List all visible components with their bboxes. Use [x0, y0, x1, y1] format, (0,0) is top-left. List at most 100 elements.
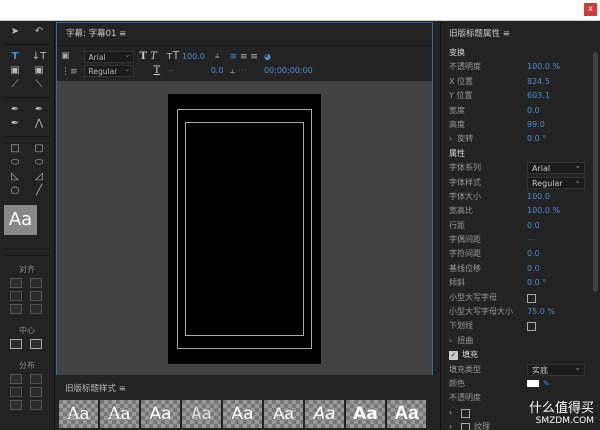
slant-value[interactable]: 0.0 ° — [527, 276, 546, 290]
styles-menu-icon[interactable]: ≡ — [119, 384, 126, 394]
align-left-icon[interactable] — [10, 278, 22, 288]
italic-icon[interactable]: T — [150, 51, 157, 62]
vertical-type-tool-icon[interactable]: ↓T — [30, 51, 48, 63]
distribute-icon[interactable] — [10, 400, 22, 410]
style-swatch[interactable]: Aa — [305, 400, 344, 428]
rectangle-tool-icon[interactable]: □ — [6, 143, 24, 155]
timecode[interactable]: 00;00;00;00 — [264, 66, 313, 75]
arc-tool-icon[interactable]: ◿ — [30, 171, 48, 183]
sheen-checkbox[interactable] — [461, 408, 470, 418]
rounded-corner-tool-icon[interactable]: ⬭ — [30, 157, 48, 169]
background-video-icon[interactable]: ▣ — [61, 48, 78, 64]
align-top-icon[interactable] — [30, 278, 42, 288]
prop-label: 字偶间距 — [449, 235, 481, 245]
fill-checkbox[interactable]: ✓ — [449, 351, 458, 361]
add-anchor-tool-icon[interactable]: ✒ — [6, 118, 24, 130]
tracking-value[interactable]: 0.0 — [527, 247, 540, 261]
bold-icon[interactable]: T — [140, 51, 147, 62]
align-hcenter-icon[interactable] — [10, 291, 22, 301]
prop-label: 字体样式 — [449, 177, 481, 187]
style-swatch[interactable]: Aa — [141, 400, 180, 428]
kerning-value: — — [527, 235, 535, 245]
distort-expander[interactable]: › 扭曲 — [449, 334, 527, 348]
small-caps-size-value[interactable]: 75.0 % — [527, 305, 555, 319]
rotation-value[interactable]: 0.0 ° — [527, 132, 546, 146]
watermark-text: 什么值得买 — [528, 401, 594, 416]
center-vertical-icon[interactable] — [30, 339, 42, 349]
distribute-icon[interactable] — [30, 374, 42, 384]
style-swatch[interactable]: Aa — [182, 400, 221, 428]
center-horizontal-icon[interactable] — [10, 339, 22, 349]
y-position-value[interactable]: 603.1 — [527, 89, 550, 103]
selection-tool-icon[interactable]: ➤ — [6, 26, 24, 38]
rotate-tool-icon[interactable]: ↶ — [30, 26, 48, 38]
prop-label: 宽度 — [449, 105, 465, 115]
small-caps-checkbox[interactable] — [527, 293, 536, 303]
ellipse-tool-icon[interactable]: ○ — [6, 185, 24, 197]
underline-icon[interactable]: T — [154, 65, 161, 76]
font-select[interactable]: Arial — [83, 49, 134, 63]
style-swatch[interactable]: Aa — [223, 400, 262, 428]
vertical-path-type-tool-icon[interactable]: ⟍ — [30, 79, 48, 91]
distribute-icon[interactable] — [30, 387, 42, 397]
vertical-area-type-tool-icon[interactable]: ▣ — [30, 65, 48, 77]
scrollbar[interactable] — [593, 52, 598, 292]
title-toolbar: ▣⋮≡ ArialRegular T TT ᴛT 100.0 — ⩮ 0.0 ≡ ≡… — [57, 45, 432, 81]
font-style-select[interactable]: Regular — [527, 175, 585, 189]
rotation-expander[interactable]: › 旋转 — [449, 132, 527, 146]
rounded-rectangle-tool-icon[interactable]: ▢ — [30, 143, 48, 155]
style-select[interactable]: Regular — [83, 63, 134, 77]
clipped-rectangle-tool-icon[interactable]: ⬭ — [6, 157, 24, 169]
underline-checkbox[interactable] — [527, 322, 536, 332]
style-swatch[interactable]: Aa — [59, 400, 98, 428]
title-canvas[interactable] — [57, 81, 432, 375]
watermark: 什么值得买 SMZDM.COM — [529, 397, 594, 426]
align-right-text-icon[interactable]: ≡ — [250, 52, 258, 62]
pen-tool-icon[interactable]: ✒ — [6, 104, 24, 116]
area-type-tool-icon[interactable]: ▣ — [6, 65, 24, 77]
fill-type-select[interactable]: 实底 — [527, 362, 585, 376]
style-swatch[interactable]: Aa — [346, 400, 385, 428]
title-panel: 字幕: 字幕01 ≡ ▣⋮≡ ArialRegular T TT ᴛT 100.… — [56, 22, 433, 375]
delete-anchor-tool-icon[interactable]: ✒ — [30, 104, 48, 116]
style-swatch[interactable]: Aa — [264, 400, 303, 428]
align-bottom-icon[interactable] — [30, 304, 42, 314]
distribute-icon[interactable] — [10, 374, 22, 384]
align-left-text-icon[interactable]: ≡ — [230, 52, 238, 62]
align-vcenter-icon[interactable] — [30, 291, 42, 301]
line-tool-icon[interactable]: ╱ — [30, 185, 48, 197]
tab-icon[interactable]: ⫠ — [230, 66, 235, 76]
style-swatch[interactable]: Aa — [387, 400, 426, 428]
align-center-text-icon[interactable]: ≡ — [240, 52, 248, 62]
font-size-value[interactable]: 100.0 — [182, 52, 205, 61]
kerning-value[interactable]: 0.0 — [211, 66, 224, 75]
height-value[interactable]: 99.0 — [527, 118, 545, 132]
distribute-icon[interactable] — [10, 387, 22, 397]
properties-section[interactable]: 属性 — [441, 147, 600, 161]
convert-anchor-tool-icon[interactable]: ⋀ — [30, 118, 48, 130]
aspect-value[interactable]: 100.0 % — [527, 204, 560, 218]
leading-value[interactable]: 0.0 — [527, 219, 540, 233]
props-menu-icon[interactable]: ≡ — [503, 29, 510, 39]
color-swatch[interactable] — [527, 379, 539, 387]
font-size-value[interactable]: 100.0 — [527, 190, 550, 204]
font-family-select[interactable]: Arial — [527, 160, 585, 175]
path-type-tool-icon[interactable]: ⟋ — [6, 79, 24, 91]
section-label: 变换 — [449, 48, 465, 57]
x-position-value[interactable]: 824.5 — [527, 75, 550, 89]
transform-section[interactable]: 变换 — [441, 46, 600, 60]
wedge-tool-icon[interactable]: ◺ — [6, 171, 24, 183]
eyedropper-icon[interactable]: ✎ — [543, 377, 550, 391]
panel-menu-icon[interactable]: ≡ — [119, 29, 126, 39]
tab-stops-icon[interactable]: ⋮≡ — [61, 64, 78, 80]
opacity-value[interactable]: 100.0 % — [527, 60, 560, 74]
baseline-shift-value[interactable]: 0.0 — [527, 262, 540, 276]
distribute-icon[interactable] — [30, 400, 42, 410]
width-value[interactable]: 0.0 — [527, 104, 540, 118]
close-button[interactable]: x — [584, 3, 597, 16]
type-tool-icon[interactable]: T — [6, 51, 24, 63]
align-right-icon[interactable] — [10, 304, 22, 314]
show-background-icon[interactable]: ◕ — [264, 52, 271, 61]
texture-checkbox[interactable] — [461, 423, 470, 430]
style-swatch[interactable]: Aa — [100, 400, 139, 428]
